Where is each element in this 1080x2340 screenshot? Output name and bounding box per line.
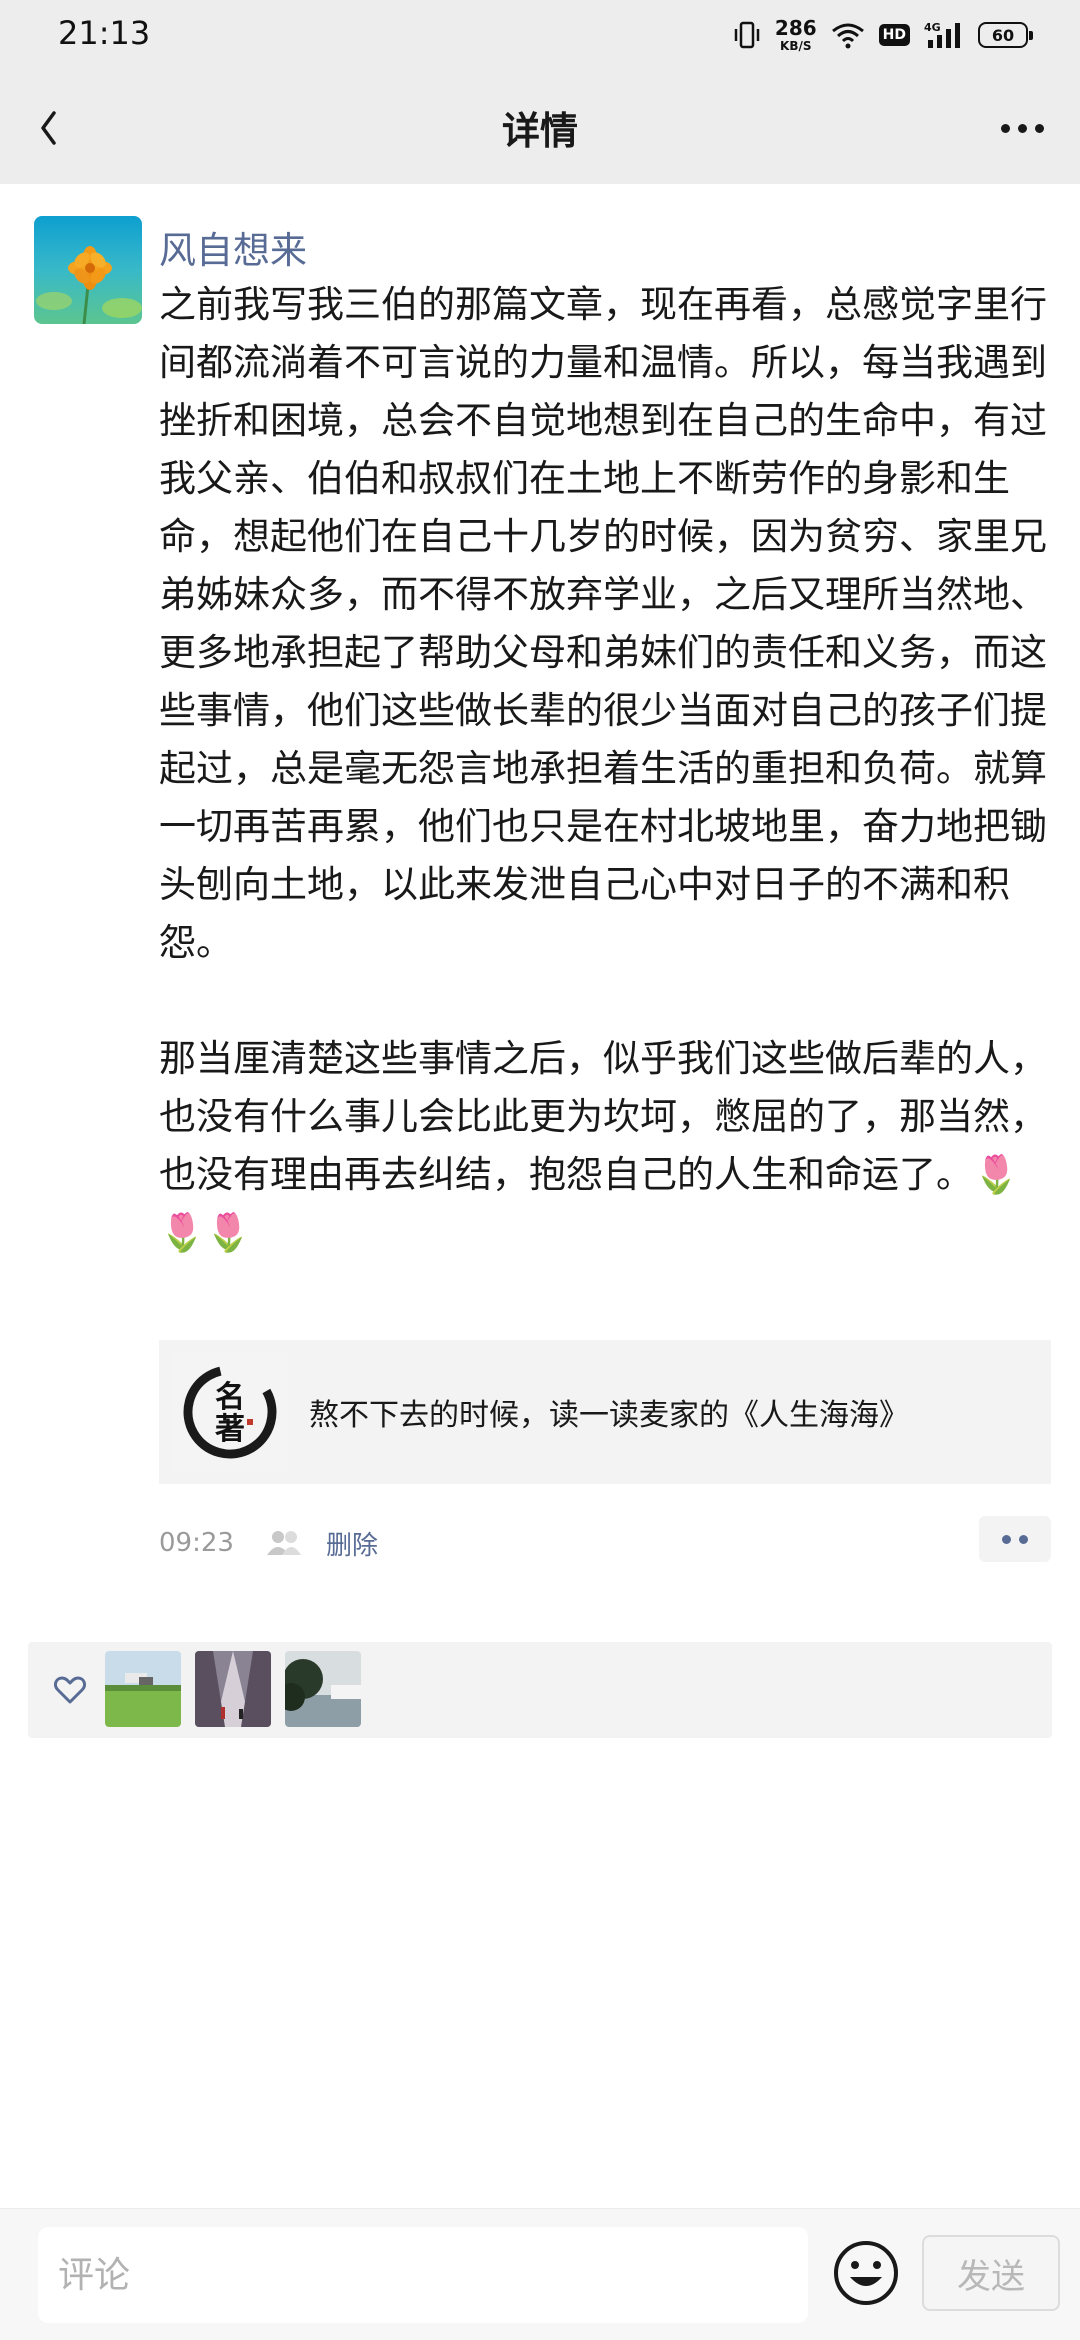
post-paragraph-1: 之前我写我三伯的那篇文章，现在再看，总感觉字里行间都流淌着不可言说的力量和温情。… (159, 283, 1047, 964)
heart-icon (53, 1676, 87, 1704)
link-thumbnail-calligraphy: 名 著 (171, 1353, 289, 1471)
wifi-icon (831, 23, 864, 49)
comment-bar: 发送 (0, 2208, 1080, 2340)
liker-avatars (105, 1651, 361, 1727)
status-bar: 21:13 286 KB/S HD 4G 60 (0, 0, 1080, 70)
liker-avatar-light-image (195, 1651, 271, 1727)
post-text: 之前我写我三伯的那篇文章，现在再看，总感觉字里行间都流淌着不可言说的力量和温情。… (159, 276, 1049, 1262)
author-name[interactable]: 风自想来 (159, 220, 307, 274)
send-button[interactable]: 发送 (922, 2235, 1060, 2311)
dots-icon (1002, 1534, 1011, 1544)
hd-badge: HD (878, 24, 910, 46)
shared-link-card[interactable]: 名 著 熬不下去的时候，读一读麦家的《人生海海》 (159, 1340, 1051, 1484)
link-thumb-char-2: 著 (215, 1412, 245, 1447)
avatar[interactable] (34, 216, 142, 324)
page-title: 详情 (501, 109, 578, 153)
link-title: 熬不下去的时候，读一读麦家的《人生海海》 (309, 1398, 909, 1433)
more-button[interactable] (992, 100, 1052, 156)
avatar-flower-image (34, 216, 142, 324)
liker-avatar-field-image (105, 1651, 181, 1727)
signal-icon: 4G (924, 21, 960, 48)
post-meta: 09:23 删除 (159, 1520, 378, 1566)
signal-label: 4G (924, 21, 941, 34)
net-speed: 286 KB/S (775, 18, 817, 52)
post-paragraph-2: 那当厘清楚这些事情之后，似乎我们这些做后辈的人，也没有什么事儿会比此更为坎坷，憋… (159, 1037, 1047, 1196)
link-thumbnail: 名 著 (171, 1353, 289, 1471)
liker-avatar[interactable] (105, 1651, 181, 1727)
net-speed-value: 286 (774, 16, 817, 40)
status-icons: 286 KB/S HD 4G 60 (733, 14, 1033, 56)
status-time: 21:13 (58, 14, 151, 52)
battery-level: 60 (991, 25, 1015, 45)
liker-avatar-tree-image (285, 1651, 361, 1727)
visibility-people-icon[interactable] (264, 1528, 304, 1558)
liker-avatar[interactable] (285, 1651, 361, 1727)
more-dots-icon (1000, 123, 1010, 133)
delete-button[interactable]: 删除 (326, 1525, 378, 1562)
battery-indicator: 60 (978, 22, 1033, 48)
vibrate-icon (734, 21, 760, 49)
link-thumb-char-1: 名 (215, 1380, 245, 1415)
nav-bar: 详情 (0, 70, 1080, 184)
like-comment-button[interactable] (979, 1516, 1051, 1562)
likes-section (28, 1642, 1052, 1738)
post-time: 09:23 (159, 1528, 234, 1558)
comment-input[interactable] (38, 2227, 808, 2323)
liker-avatar[interactable] (195, 1651, 271, 1727)
smiley-icon[interactable] (832, 2239, 900, 2307)
net-speed-unit: KB/S (780, 39, 812, 53)
